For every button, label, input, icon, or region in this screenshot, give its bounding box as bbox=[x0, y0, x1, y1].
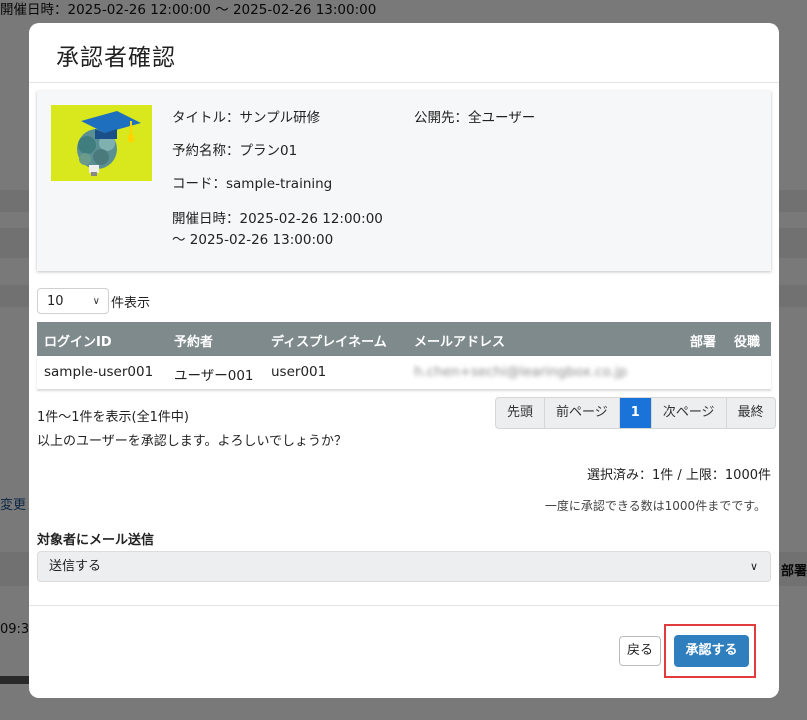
user-table-header: ログインID 予約者 ディスプレイネーム メールアドレス 部署 役職 bbox=[37, 322, 771, 356]
result-count-text: 1件～1件を表示(全1件中) bbox=[37, 410, 189, 425]
graduation-brain-icon bbox=[77, 111, 141, 176]
back-button[interactable]: 戻る bbox=[619, 636, 661, 666]
cell-email: h.chen+sechi@learingbox.co.jp bbox=[414, 364, 628, 380]
cell-login-id: sample-user001 bbox=[44, 364, 154, 380]
page-size-label: 件表示 bbox=[111, 296, 151, 311]
training-title: タイトル：サンプル研修 bbox=[172, 110, 321, 126]
page-size-select[interactable]: 10 ∨ bbox=[37, 288, 109, 314]
training-publish-target: 公開先：全ユーザー bbox=[414, 110, 536, 126]
chevron-down-icon: ∨ bbox=[749, 560, 758, 573]
column-login-id[interactable]: ログインID bbox=[44, 331, 112, 350]
cell-display-name: user001 bbox=[271, 364, 327, 380]
pager-last-button[interactable]: 最終 bbox=[727, 398, 775, 428]
training-code: コード：sample-training bbox=[172, 176, 333, 192]
training-date-start: 開催日時：2025-02-26 12:00:00 bbox=[172, 211, 383, 227]
pager-next-button[interactable]: 次ページ bbox=[652, 398, 727, 428]
mail-send-label: 対象者にメール送信 bbox=[37, 533, 155, 548]
highlight-box bbox=[664, 624, 756, 678]
page-size-value: 10 bbox=[47, 294, 64, 309]
training-info-card: タイトル：サンプル研修 公開先：全ユーザー 予約名称：プラン01 コード：sam… bbox=[37, 91, 771, 271]
pager-current-page[interactable]: 1 bbox=[619, 398, 652, 428]
column-dept[interactable]: 部署 bbox=[690, 331, 716, 350]
training-plan-name: 予約名称：プラン01 bbox=[172, 143, 298, 159]
chevron-down-icon: ∨ bbox=[92, 296, 100, 307]
mail-send-select[interactable]: 送信する ∨ bbox=[37, 551, 771, 582]
pagination: 先頭 前ページ 1 次ページ 最終 bbox=[495, 397, 776, 429]
limit-note: 一度に承認できる数は1000件までです。 bbox=[544, 499, 766, 513]
approver-confirm-modal: 承認者確認 タイトル：サンプル研修 公開先：全ユーザー 予約名称：プラン01 コ… bbox=[29, 23, 779, 698]
column-email[interactable]: メールアドレス bbox=[414, 331, 505, 350]
column-reserver[interactable]: 予約者 bbox=[174, 331, 213, 350]
selected-count-text: 選択済み：1件 / 上限：1000件 bbox=[587, 468, 771, 483]
divider bbox=[29, 605, 779, 606]
column-role[interactable]: 役職 bbox=[734, 331, 760, 350]
column-display-name[interactable]: ディスプレイネーム bbox=[271, 331, 387, 350]
modal-title: 承認者確認 bbox=[56, 45, 176, 71]
pager-prev-button[interactable]: 前ページ bbox=[545, 398, 620, 428]
table-row[interactable]: sample-user001 ユーザー001 user001 h.chen+se… bbox=[37, 356, 771, 390]
mail-send-value: 送信する bbox=[49, 559, 102, 574]
pager-first-button[interactable]: 先頭 bbox=[496, 398, 546, 428]
cell-reserver: ユーザー001 bbox=[174, 368, 254, 384]
confirm-message: 以上のユーザーを承認します。よろしいでしょうか？ bbox=[37, 434, 348, 449]
training-date-end: ～ 2025-02-26 13:00:00 bbox=[172, 232, 334, 248]
training-thumbnail bbox=[51, 105, 152, 181]
divider bbox=[29, 82, 779, 83]
